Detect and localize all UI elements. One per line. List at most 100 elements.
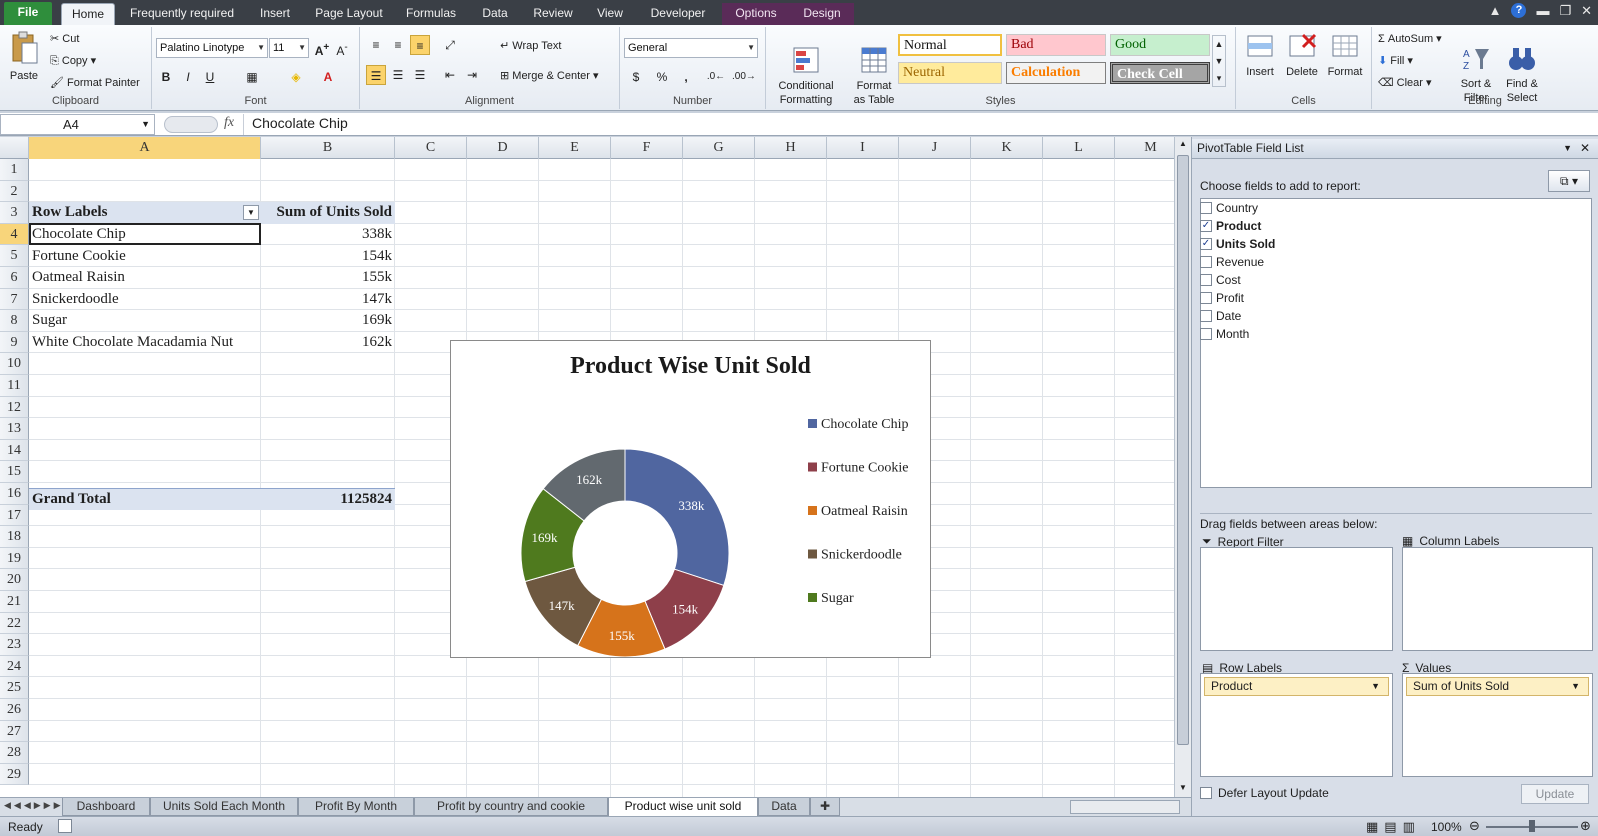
legend-entry[interactable]: Snickerdoodle <box>821 548 902 563</box>
select-all-corner[interactable] <box>0 137 29 159</box>
format-cells-button[interactable]: Format <box>1324 31 1366 79</box>
style-calculation[interactable]: Calculation <box>1006 62 1106 84</box>
pivot-row-value[interactable]: 338k <box>261 224 395 245</box>
row-header-24[interactable]: 24 <box>0 655 29 678</box>
field-date[interactable]: Date <box>1200 307 1241 325</box>
vertical-scroll-thumb[interactable] <box>1177 155 1189 745</box>
insert-sheet-icon[interactable]: ✚ <box>810 798 840 816</box>
column-header-c[interactable]: C <box>395 137 467 159</box>
tab-review[interactable]: Review <box>528 3 578 25</box>
scroll-up-icon[interactable]: ▲ <box>1177 139 1189 151</box>
align-left-icon[interactable]: ☰ <box>366 65 386 85</box>
doughnut-chart[interactable]: Product Wise Unit Sold 338k 154k 155k 147k 1… <box>450 340 931 658</box>
row-header-20[interactable]: 20 <box>0 569 29 591</box>
autosum-button[interactable]: Σ AutoSum ▾ <box>1378 32 1442 46</box>
sheet-tab-data[interactable]: Data <box>758 798 810 816</box>
pivot-row-label[interactable]: Sugar <box>29 310 261 331</box>
style-normal[interactable]: Normal <box>898 34 1002 56</box>
italic-button[interactable]: I <box>178 67 198 87</box>
row-header-17[interactable]: 17 <box>0 504 29 527</box>
value-field-chip[interactable]: Sum of Units Sold ▼ <box>1406 677 1589 696</box>
pivot-header-sum[interactable]: Sum of Units Sold <box>261 202 395 224</box>
pivot-grand-total-value[interactable]: 1125824 <box>261 488 395 510</box>
row-header-15[interactable]: 15 <box>0 461 29 483</box>
decrease-decimal-icon[interactable]: .00→ <box>732 67 756 87</box>
doughnut-slice-chocolate-chip[interactable] <box>624 448 730 587</box>
column-header-i[interactable]: I <box>827 137 899 159</box>
zoom-out-icon[interactable]: ⊖ <box>1469 818 1480 834</box>
tab-view[interactable]: View <box>590 3 630 25</box>
field-checkbox[interactable] <box>1200 310 1212 322</box>
row-header-13[interactable]: 13 <box>0 418 29 440</box>
update-button[interactable]: Update <box>1521 784 1589 804</box>
row-header-6[interactable]: 6 <box>0 267 29 289</box>
column-header-b[interactable]: B <box>261 137 395 159</box>
minimize-icon[interactable]: ▬ <box>1536 3 1549 19</box>
field-checkbox[interactable] <box>1200 256 1212 268</box>
scroll-down-icon[interactable]: ▼ <box>1177 783 1189 795</box>
pivot-row-value[interactable]: 154k <box>261 246 395 267</box>
pivot-row-value[interactable]: 169k <box>261 310 395 331</box>
chip-dropdown-icon[interactable]: ▼ <box>1371 678 1380 695</box>
comma-button[interactable]: , <box>676 67 696 87</box>
style-check-cell[interactable]: Check Cell <box>1110 62 1210 84</box>
view-mode-icons[interactable]: ▦▤▥ <box>1366 819 1421 835</box>
tab-developer[interactable]: Developer <box>642 3 714 25</box>
tab-design[interactable]: Design <box>790 3 854 25</box>
column-labels-area[interactable] <box>1402 547 1593 651</box>
pivot-header-row-labels[interactable]: Row Labels ▼ <box>29 202 261 224</box>
sheet-tab-product-wise-unit-sold[interactable]: Product wise unit sold <box>608 798 758 817</box>
legend-entry[interactable]: Oatmeal Raisin <box>821 504 908 519</box>
style-neutral[interactable]: Neutral <box>898 62 1002 84</box>
number-format-combo[interactable]: General ▼ <box>624 38 758 58</box>
bold-button[interactable]: B <box>156 67 176 87</box>
name-box-dropdown-icon[interactable]: ▼ <box>141 115 150 134</box>
row-header-27[interactable]: 27 <box>0 720 29 743</box>
pivot-row-label[interactable]: Oatmeal Raisin <box>29 267 261 288</box>
field-checkbox[interactable] <box>1200 292 1212 304</box>
row-header-28[interactable]: 28 <box>0 742 29 764</box>
zoom-level[interactable]: 100% <box>1431 820 1462 834</box>
column-header-d[interactable]: D <box>467 137 539 159</box>
report-filter-area[interactable] <box>1200 547 1393 651</box>
tab-formulas[interactable]: Formulas <box>400 3 462 25</box>
column-header-l[interactable]: L <box>1043 137 1115 159</box>
column-header-e[interactable]: E <box>539 137 611 159</box>
increase-decimal-icon[interactable]: .0← <box>706 67 726 87</box>
field-checkbox[interactable] <box>1200 202 1212 214</box>
row-header-23[interactable]: 23 <box>0 634 29 656</box>
field-product[interactable]: ✓ Product <box>1200 217 1261 235</box>
ribbon-collapse-icon[interactable]: ▲ <box>1489 3 1502 19</box>
clear-button[interactable]: ⌫ Clear ▾ <box>1378 76 1432 90</box>
font-name-combo[interactable]: Palatino Linotype ▼ <box>156 38 268 58</box>
pane-options-icon[interactable]: ▼ <box>1563 139 1572 158</box>
font-color-icon[interactable]: A <box>318 67 338 87</box>
insert-function-icon[interactable]: fx <box>224 115 234 131</box>
field-profit[interactable]: Profit <box>1200 289 1244 307</box>
tab-file[interactable]: File <box>4 2 52 25</box>
percent-button[interactable]: % <box>652 67 672 87</box>
pivot-row-value[interactable]: 162k <box>261 332 395 353</box>
field-checkbox[interactable] <box>1200 328 1212 340</box>
column-header-j[interactable]: J <box>899 137 971 159</box>
increase-indent-icon[interactable]: ⇥ <box>462 65 482 85</box>
row-header-1[interactable]: 1 <box>0 159 29 181</box>
pane-close-icon[interactable]: ✕ <box>1580 139 1590 158</box>
cut-button[interactable]: ✂ Cut <box>50 32 79 46</box>
sheet-tab-units-sold-each-month[interactable]: Units Sold Each Month <box>150 798 298 816</box>
font-size-combo[interactable]: 11 ▼ <box>269 38 309 58</box>
orientation-icon[interactable]: ⤢ <box>440 35 460 55</box>
shrink-font-button[interactable]: A- <box>332 38 352 58</box>
column-header-g[interactable]: G <box>683 137 755 159</box>
vertical-scrollbar[interactable]: ▲ ▼ <box>1174 137 1191 797</box>
field-checkbox[interactable]: ✓ <box>1200 220 1212 232</box>
zoom-slider-thumb[interactable] <box>1529 820 1535 832</box>
name-box[interactable]: A4 ▼ <box>0 114 155 135</box>
field-units-sold[interactable]: ✓ Units Sold <box>1200 235 1275 253</box>
tab-insert[interactable]: Insert <box>252 3 298 25</box>
pivot-row-value[interactable]: 155k <box>261 267 395 288</box>
underline-button[interactable]: U <box>200 67 220 87</box>
pivot-row-label[interactable]: White Chocolate Macadamia Nut <box>29 332 261 353</box>
layout-options-button[interactable]: ⧉ ▾ <box>1548 170 1590 192</box>
legend-entry[interactable]: Sugar <box>821 591 854 606</box>
